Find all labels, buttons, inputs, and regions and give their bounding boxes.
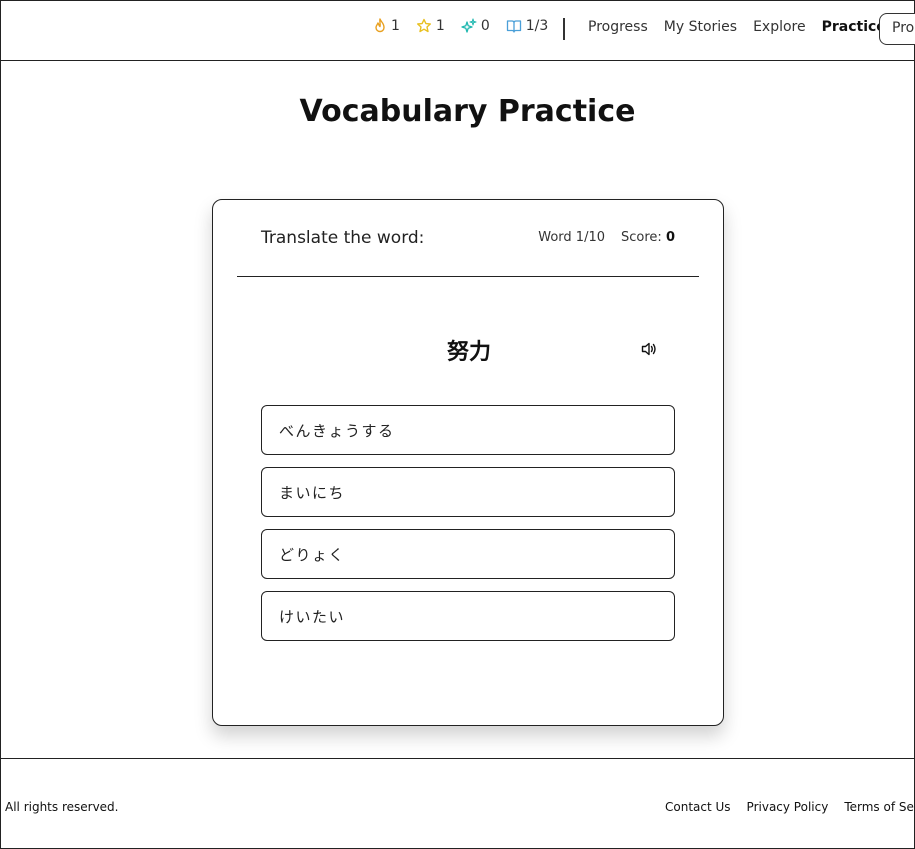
user-stats: 1 1 0 1/3 xyxy=(373,18,564,34)
answer-options: べんきょうする まいにち どりょく けいたい xyxy=(261,405,675,653)
page-title: Vocabulary Practice xyxy=(299,94,636,129)
quiz-prompt: Translate the word: xyxy=(261,228,425,248)
sparkle-stat: 0 xyxy=(461,18,490,34)
footer-link-contact[interactable]: Contact Us xyxy=(665,800,731,814)
quiz-card: Translate the word: Word 1/10 Score: 0 努… xyxy=(212,199,724,726)
top-header: 1 1 0 1/3 Progress My Stories Explore Pr… xyxy=(1,1,915,61)
books-count: 1/3 xyxy=(525,18,549,34)
play-audio-button[interactable] xyxy=(639,339,659,359)
speaker-icon xyxy=(641,342,656,356)
sparkle-count: 0 xyxy=(480,18,490,34)
header-divider xyxy=(563,18,565,40)
streak-stat: 1 xyxy=(373,18,400,34)
score-display: Score: 0 xyxy=(621,230,675,245)
quiz-card-header: Translate the word: Word 1/10 Score: 0 xyxy=(237,200,699,277)
nav-progress[interactable]: Progress xyxy=(588,19,648,35)
nav-explore[interactable]: Explore xyxy=(753,19,806,35)
score-value: 0 xyxy=(665,230,675,245)
nav-my-stories[interactable]: My Stories xyxy=(664,19,737,35)
footer-link-terms[interactable]: Terms of Servi xyxy=(844,800,915,814)
page-footer: All rights reserved. Contact Us Privacy … xyxy=(1,758,915,848)
flame-icon xyxy=(375,18,385,33)
answer-option[interactable]: べんきょうする xyxy=(261,405,675,455)
book-icon xyxy=(506,20,521,33)
footer-link-privacy[interactable]: Privacy Policy xyxy=(747,800,829,814)
quiz-progress: Word 1/10 Score: 0 xyxy=(538,230,675,245)
main-nav: Progress My Stories Explore Practice xyxy=(588,19,902,35)
stars-count: 1 xyxy=(435,18,445,34)
score-label: Score: xyxy=(621,230,662,245)
streak-count: 1 xyxy=(391,18,400,34)
answer-option[interactable]: けいたい xyxy=(261,591,675,641)
stars-stat: 1 xyxy=(416,18,445,34)
footer-links: Contact Us Privacy Policy Terms of Servi xyxy=(665,800,915,814)
sparkle-icon xyxy=(461,18,477,33)
answer-option[interactable]: まいにち xyxy=(261,467,675,517)
answer-option[interactable]: どりょく xyxy=(261,529,675,579)
profile-button[interactable]: Pro xyxy=(879,13,915,45)
nav-practice[interactable]: Practice xyxy=(822,19,886,35)
books-stat: 1/3 xyxy=(506,18,549,34)
word-counter: Word 1/10 xyxy=(538,230,606,245)
star-icon xyxy=(416,18,431,33)
copyright-text: All rights reserved. xyxy=(5,800,119,814)
